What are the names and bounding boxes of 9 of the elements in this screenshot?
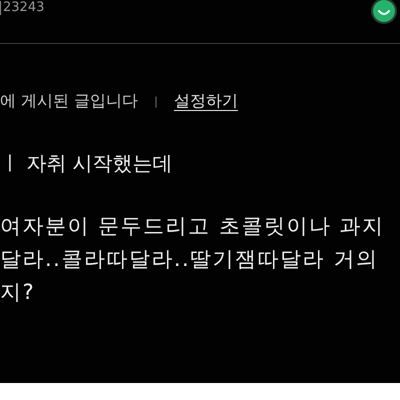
view-count: 23243 <box>0 1 44 15</box>
post-text-line: 지? <box>0 281 36 303</box>
settings-link[interactable]: 설정하기 <box>174 91 238 112</box>
post-text-line: 달라..콜라따달라..딸기잼따달라 거의 <box>0 248 380 270</box>
notice-text: 에 게시된 글입니다 <box>0 91 138 112</box>
separator: | <box>154 95 158 108</box>
post-title: ㅣ 자취 시작했는데 <box>0 150 174 177</box>
smiley-icon[interactable] <box>370 0 398 25</box>
post-text-line: 여자분이 문두드리고 초콜릿이나 과지 <box>0 215 386 237</box>
